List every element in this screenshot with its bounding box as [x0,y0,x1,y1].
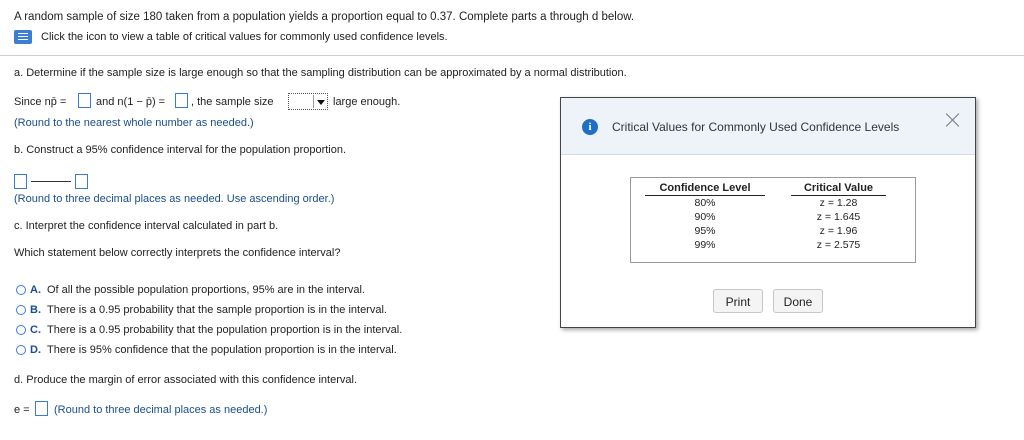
close-icon[interactable] [945,112,961,128]
critical-values-link-text: Click the icon to view a table of critic… [41,31,448,43]
confidence-level-column: Confidence Level 80% 90% 95% 99% [645,182,765,252]
part-a-question: a. Determine if the sample size is large… [14,67,627,79]
table-cell: z = 1.28 [819,197,858,209]
option-d[interactable]: D. There is 95% confidence that the popul… [16,344,397,356]
option-c[interactable]: C. There is a 0.95 probability that the p… [16,324,402,336]
table-cell: z = 2.575 [816,239,861,251]
margin-of-error-input[interactable] [35,401,48,416]
table-header: Confidence Level [645,182,765,196]
dialog-title: Critical Values for Commonly Used Confid… [612,120,900,134]
part-c-question: c. Interpret the confidence interval cal… [14,220,279,232]
table-cell: 90% [694,211,716,223]
critical-values-table: Confidence Level 80% 90% 95% 99% Critica… [630,177,916,263]
option-text: There is a 0.95 probability that the pop… [47,324,403,336]
large-enough-label: large enough. [333,96,401,108]
np-label: Since np̄ = [14,96,67,108]
table-icon[interactable] [14,30,32,44]
n1p-input[interactable] [175,93,188,108]
radio-button[interactable] [16,305,26,316]
radio-button[interactable] [16,285,26,296]
n1p-label: and n(1 − p̄) = [96,96,166,108]
table-cell: 80% [694,197,716,209]
option-b[interactable]: B. There is a 0.95 probability that the s… [16,304,387,316]
upper-bound-input[interactable] [75,174,88,189]
critical-values-dialog: i Critical Values for Commonly Used Conf… [560,97,976,328]
divider [0,55,1024,56]
lower-bound-input[interactable] [14,174,27,189]
part-b-hint: (Round to three decimal places as needed… [14,193,335,205]
radio-button[interactable] [16,325,26,336]
problem-statement: A random sample of size 180 taken from a… [14,11,635,23]
table-header: Critical Value [791,182,886,196]
part-b-question: b. Construct a 95% confidence interval f… [14,144,347,156]
interval-dash [31,181,71,182]
table-cell: z = 1.645 [816,211,861,223]
sample-size-label: , the sample size [191,96,274,108]
option-text: There is a 0.95 probability that the sam… [47,304,387,316]
print-button[interactable]: Print [713,289,763,313]
done-button[interactable]: Done [773,289,823,313]
option-a[interactable]: A. Of all the possible population proport… [16,284,365,296]
radio-button[interactable] [16,345,26,356]
part-a-hint: (Round to the nearest whole number as ne… [14,117,254,129]
option-text: Of all the possible population proportio… [47,284,365,296]
table-cell: 95% [694,225,716,237]
table-cell: 99% [694,239,716,251]
info-icon: i [582,119,598,135]
table-cell: z = 1.96 [819,225,858,237]
part-d-question: d. Produce the margin of error associate… [14,374,358,386]
e-label: e = [14,404,30,416]
option-text: There is 95% confidence that the populat… [47,344,397,356]
part-c-prompt: Which statement below correctly interpre… [14,247,341,259]
np-input[interactable] [78,93,91,108]
chevron-down-icon [313,95,326,108]
critical-value-column: Critical Value z = 1.28 z = 1.645 z = 1.… [791,182,886,252]
dialog-header: i Critical Values for Commonly Used Conf… [561,98,975,155]
confidence-interval-inputs [14,174,88,189]
part-d-hint: (Round to three decimal places as needed… [54,404,268,416]
is-isnot-dropdown[interactable] [288,93,328,110]
